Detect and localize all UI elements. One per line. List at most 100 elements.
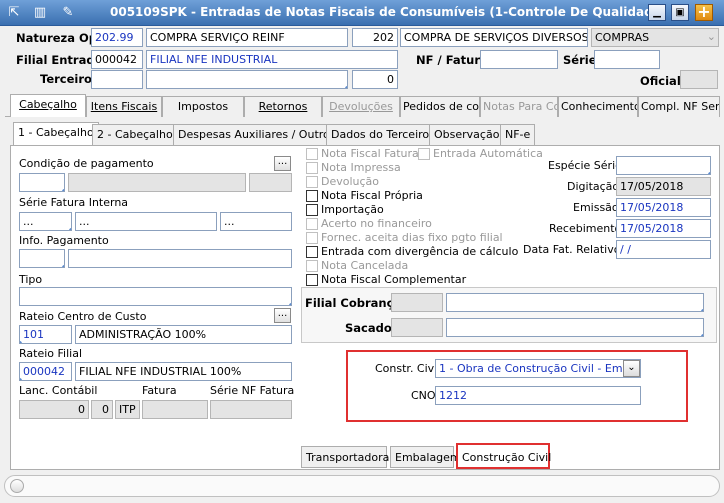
- rateio-cc-code-field[interactable]: 101: [19, 325, 72, 344]
- filial-cobranca-desc-field[interactable]: [446, 293, 704, 312]
- lanc-num-field[interactable]: 0: [91, 400, 113, 419]
- checkbox-nota-cancelada[interactable]: [306, 260, 318, 272]
- tab-conhecimento[interactable]: Conhecimento F: [558, 96, 638, 117]
- natureza-desc2-field[interactable]: COMPRA DE SERVIÇOS DIVERSOS: [400, 28, 588, 47]
- tab-notas-para-con[interactable]: Notas Para Con: [480, 96, 558, 117]
- rateio-cc-desc-field[interactable]: ADMINISTRAÇÃO 100%: [75, 325, 292, 344]
- lanc-type-field[interactable]: ITP: [115, 400, 140, 419]
- serie-fatura-field-2[interactable]: ...: [75, 212, 217, 231]
- constr-civil-label: Constr. Civil: [375, 362, 441, 375]
- checkbox-importacao[interactable]: [306, 204, 318, 216]
- filial-cobranca-code-field[interactable]: [391, 293, 443, 312]
- chevron-down-icon[interactable]: ⌄: [623, 360, 640, 377]
- info-pag-desc-field[interactable]: [68, 249, 292, 268]
- tab-transportadora[interactable]: Transportadora: [301, 446, 389, 468]
- natureza-desc-field[interactable]: COMPRA SERVIÇO REINF: [146, 28, 348, 47]
- cno-label: CNO: [411, 389, 436, 402]
- info-pag-code-field[interactable]: [19, 249, 65, 268]
- tab-retornos[interactable]: Retornos: [244, 96, 322, 117]
- checkbox-fornec-dias-fixo[interactable]: [306, 232, 318, 244]
- subtab-nfe[interactable]: NF-e: [500, 124, 536, 145]
- traffic-light-icon[interactable]: ▥: [30, 3, 50, 23]
- fatura-label: Fatura: [142, 384, 177, 397]
- recebimento-field[interactable]: 17/05/2018: [616, 219, 711, 238]
- tab-construcao-civil[interactable]: Construção Civil: [456, 443, 551, 469]
- serie-fatura-field-1[interactable]: ...: [19, 212, 72, 231]
- minimize-icon[interactable]: ▁: [648, 4, 666, 21]
- tipo-label: Tipo: [19, 273, 43, 286]
- tab-impostos[interactable]: Impostos: [162, 96, 244, 117]
- checkbox-label: Nota Fiscal Própria: [321, 189, 423, 202]
- serie-field[interactable]: [594, 50, 660, 69]
- natureza-type-select[interactable]: COMPRAS ⌄: [591, 28, 719, 47]
- close-plus-icon[interactable]: +: [695, 4, 713, 21]
- subtab-1-cabecalho[interactable]: 1 - Cabeçalho: [13, 122, 99, 145]
- rateio-filial-desc-field[interactable]: FILIAL NFE INDUSTRIAL 100%: [75, 362, 292, 381]
- app-menu-icon[interactable]: ⇱: [4, 3, 24, 23]
- checkbox-label: Nota Cancelada: [321, 259, 409, 272]
- data-fat-relativo-label: Data Fat. Relativo: [523, 243, 621, 256]
- checkbox-nota-impressa[interactable]: [306, 162, 318, 174]
- checkbox-label: Importação: [321, 203, 384, 216]
- filial-name-field[interactable]: FILIAL NFE INDUSTRIAL: [146, 50, 398, 69]
- natureza-code-field[interactable]: 202.99: [91, 28, 143, 47]
- serie-label: Série: [563, 53, 597, 67]
- tab-embalagem[interactable]: Embalagem: [390, 446, 461, 468]
- nf-fatura-field[interactable]: [480, 50, 558, 69]
- checkbox-nota-fiscal-fatura[interactable]: [306, 148, 318, 160]
- sacado-label: Sacado: [345, 321, 392, 335]
- filial-code-field[interactable]: 000042: [91, 50, 143, 69]
- rateio-filial-code-field[interactable]: 000042: [19, 362, 72, 381]
- checkbox-entrada-automatica[interactable]: [418, 148, 430, 160]
- tab-devolucoes[interactable]: Devoluções: [322, 96, 400, 117]
- terceiro-label: Terceiro: [40, 72, 92, 86]
- lanc-contabil-label: Lanc. Contábil: [19, 384, 98, 397]
- serie-nf-fatura-field[interactable]: [210, 400, 292, 419]
- subtab-observacao[interactable]: Observação: [429, 124, 505, 145]
- filial-label: Filial Entrada: [16, 53, 103, 67]
- cond-pag-label: Condição de pagamento: [19, 157, 154, 170]
- especie-serie-field[interactable]: [616, 156, 711, 175]
- fatura-field[interactable]: [142, 400, 208, 419]
- cond-pag-extra-field[interactable]: [249, 173, 292, 192]
- constr-civil-select[interactable]: 1 - Obra de Construção Civil - Empreitad…: [435, 359, 641, 378]
- sacado-desc-field[interactable]: [446, 318, 704, 337]
- terceiro-name-field[interactable]: [146, 70, 348, 89]
- tab-itens-fiscais[interactable]: Itens Fiscais: [86, 96, 162, 117]
- checkbox-label: Entrada com divergência de cálculo: [321, 245, 519, 258]
- rateio-cc-label: Rateio Centro de Custo: [19, 310, 147, 323]
- maximize-icon[interactable]: ▣: [671, 4, 689, 21]
- wrench-icon[interactable]: ✎: [58, 3, 78, 23]
- emissao-field[interactable]: 17/05/2018: [616, 198, 711, 217]
- checkbox-entrada-divergencia[interactable]: [306, 246, 318, 258]
- lanc-contabil-field[interactable]: 0: [19, 400, 89, 419]
- cond-pag-desc-field[interactable]: [68, 173, 246, 192]
- rateio-cc-ellipsis-button[interactable]: ...: [274, 308, 291, 323]
- checkbox-nota-fiscal-propria[interactable]: [306, 190, 318, 202]
- checkbox-label: Nota Impressa: [321, 161, 401, 174]
- chevron-down-icon: ⌄: [706, 30, 716, 43]
- checkbox-devolucao[interactable]: [306, 176, 318, 188]
- data-fat-relativo-field[interactable]: / /: [616, 240, 711, 259]
- cond-pag-code-field[interactable]: [19, 173, 65, 192]
- digitacao-field[interactable]: 17/05/2018: [616, 177, 711, 196]
- tab-compl-nf-servico[interactable]: Compl. NF Servi: [638, 96, 720, 117]
- subtab-despesas[interactable]: Despesas Auxiliares / Outros: [173, 124, 341, 145]
- natureza-num-field[interactable]: 202: [352, 28, 398, 47]
- tipo-field[interactable]: [19, 287, 292, 306]
- subtab-dados-terceiro[interactable]: Dados do Terceiro: [326, 124, 435, 145]
- terceiro-code-field[interactable]: [91, 70, 143, 89]
- checkbox-nota-complementar[interactable]: [306, 274, 318, 286]
- tab-cabecalho[interactable]: Cabeçalho: [10, 94, 86, 117]
- serie-fatura-field-3[interactable]: ...: [220, 212, 292, 231]
- checkbox-label: Entrada Automática: [433, 147, 543, 160]
- cno-field[interactable]: 1212: [435, 386, 641, 405]
- checkbox-label: Devolução: [321, 175, 380, 188]
- sacado-code-field[interactable]: [391, 318, 443, 337]
- checkbox-acerto-financeiro[interactable]: [306, 218, 318, 230]
- tab-pedidos[interactable]: Pedidos de com: [400, 96, 480, 117]
- subtab-2-cabecalho[interactable]: 2 - Cabeçalho: [92, 124, 178, 145]
- oficial-field[interactable]: [680, 70, 718, 89]
- cond-pag-ellipsis-button[interactable]: ...: [274, 156, 291, 171]
- terceiro-num-field[interactable]: 0: [352, 70, 398, 89]
